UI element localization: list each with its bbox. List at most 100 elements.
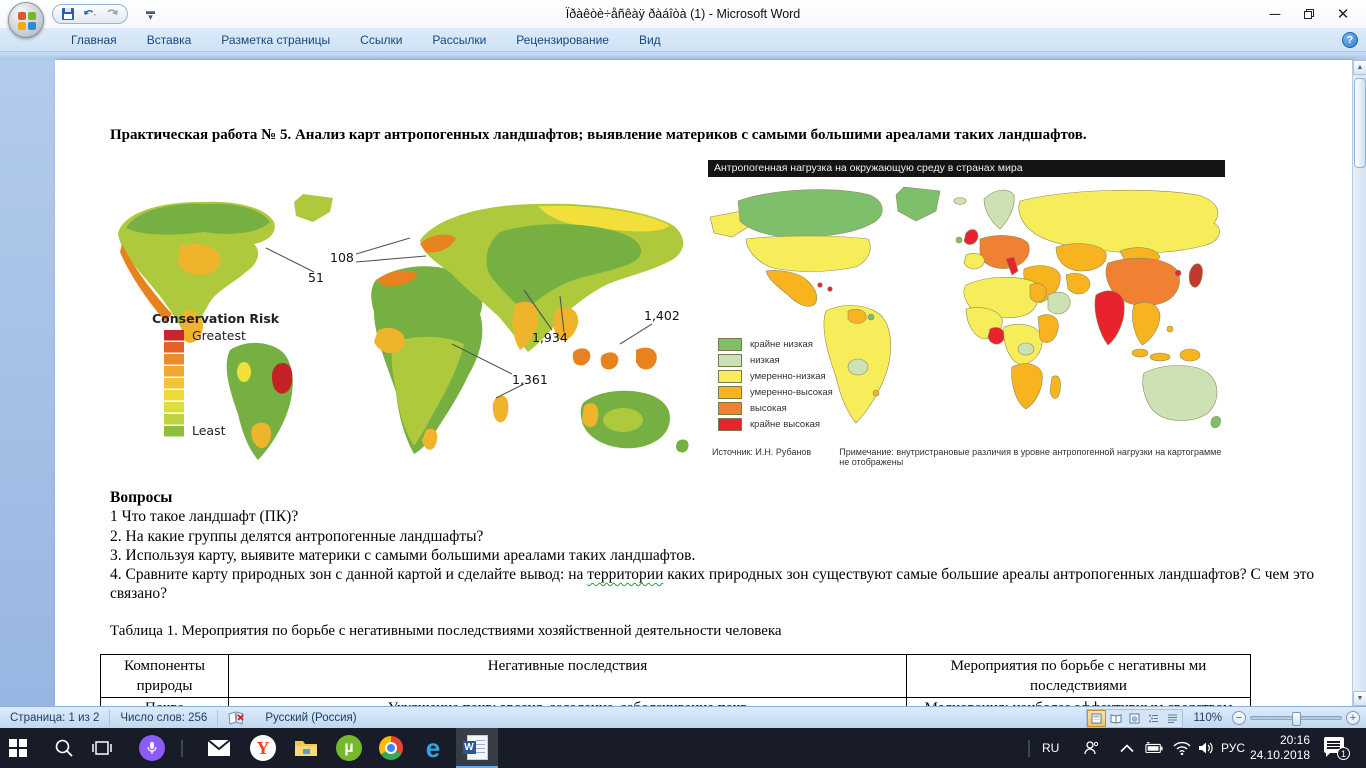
close-button[interactable]: ✕ — [1326, 0, 1360, 28]
tray-time: 20:16 — [1238, 733, 1310, 748]
legend-row: высокая — [718, 402, 833, 415]
anthropogenic-load-map[interactable]: Антропогенная нагрузка на окружающую сре… — [708, 160, 1225, 467]
table-caption[interactable]: Таблица 1. Мероприятия по борьбе с негат… — [110, 623, 782, 640]
tab-home[interactable]: Главная — [56, 28, 132, 52]
scrollbar-thumb[interactable] — [1354, 78, 1366, 168]
proofing-error-icon[interactable] — [218, 707, 255, 729]
draft-view-icon[interactable] — [1163, 710, 1182, 727]
word-taskbar-button[interactable]: W — [456, 728, 498, 768]
tab-insert[interactable]: Вставка — [132, 28, 207, 52]
window-controls: ─ ✕ — [1258, 0, 1360, 28]
status-bar: Страница: 1 из 2 Число слов: 256 Русский… — [0, 706, 1366, 728]
chrome-icon[interactable] — [378, 735, 404, 761]
scroll-up-icon[interactable]: ▲ — [1353, 60, 1366, 75]
vertical-scrollbar[interactable]: ▲ ▼ — [1352, 60, 1366, 706]
rm-oceania — [1143, 366, 1221, 428]
callout-1361: 1,361 — [512, 372, 548, 387]
ribbon-tabs: Главная Вставка Разметка страницы Ссылки… — [56, 28, 676, 52]
cell-melioration[interactable]: Мелиорация: наиболее эффективным средств… — [907, 698, 1251, 707]
tab-review[interactable]: Рецензирование — [501, 28, 624, 52]
tab-references[interactable]: Ссылки — [345, 28, 417, 52]
word-count[interactable]: Число слов: 256 — [110, 707, 217, 729]
tab-mailings[interactable]: Рассылки — [417, 28, 501, 52]
question-4-text: 4. Сравните карту природных зон с данной… — [110, 566, 587, 583]
tray-language-ru[interactable]: RU — [1042, 741, 1059, 755]
legend-greatest-label: Greatest — [192, 328, 246, 343]
tray-date: 24.10.2018 — [1238, 748, 1310, 763]
print-layout-view-icon[interactable] — [1087, 710, 1106, 727]
tray-clock[interactable]: 20:16 24.10.2018 — [1238, 733, 1310, 763]
battery-icon[interactable] — [1145, 739, 1163, 757]
window-title: Ïðàêòè÷åñêàÿ ðàáîòà (1) - Microsoft Word — [0, 0, 1366, 28]
scroll-down-icon[interactable]: ▼ — [1353, 691, 1366, 706]
ribbon-edge — [0, 52, 1366, 60]
redo-icon[interactable] — [105, 7, 119, 21]
legend-swatch-4 — [164, 366, 184, 377]
fullscreen-reading-view-icon[interactable] — [1106, 710, 1125, 727]
zoom-slider[interactable] — [1250, 716, 1342, 720]
doc-heading[interactable]: Практическая работа № 5. Анализ карт ант… — [110, 126, 1230, 145]
yandex-browser-icon[interactable]: Y — [250, 735, 276, 761]
callout-108: 108 — [330, 250, 354, 265]
zoom-in-icon[interactable]: + — [1346, 711, 1360, 725]
cell-degradation[interactable]: Ухудшение почв: эрозия, засоление, забол… — [229, 698, 907, 707]
legend-label: крайне высокая — [750, 419, 820, 430]
help-icon[interactable]: ? — [1342, 32, 1358, 48]
legend-swatch — [718, 418, 742, 431]
header-cell-components[interactable]: Компоненты природы — [101, 655, 229, 698]
legend-label: умеренно-высокая — [750, 387, 833, 398]
question-3: 3. Используя карту, выявите материки с с… — [110, 546, 1352, 565]
legend-swatch-9 — [164, 426, 184, 437]
notifications-icon[interactable]: 1 — [1324, 737, 1346, 757]
web-layout-view-icon[interactable] — [1125, 710, 1144, 727]
quick-access-toolbar — [52, 4, 128, 24]
callout-1934: 1,934 — [532, 330, 568, 345]
utorrent-icon[interactable]: µ — [336, 735, 362, 761]
chevron-up-icon[interactable] — [1118, 739, 1136, 757]
wifi-icon[interactable] — [1173, 739, 1191, 757]
tab-page-layout[interactable]: Разметка страницы — [206, 28, 345, 52]
volume-icon[interactable] — [1198, 739, 1216, 757]
tab-view[interactable]: Вид — [624, 28, 676, 52]
legend-label: умеренно-низкая — [750, 371, 826, 382]
minimize-button[interactable]: ─ — [1258, 0, 1292, 28]
edge-icon[interactable]: e — [420, 735, 446, 761]
undo-icon[interactable] — [83, 7, 97, 21]
outline-view-icon[interactable] — [1144, 710, 1163, 727]
start-button[interactable] — [5, 735, 31, 761]
title-bar: ▬▾ Ïðàêòè÷åñêàÿ ðàáîòà (1) - Microsoft W… — [0, 0, 1366, 28]
conservation-risk-map[interactable]: 108 51 1,934 1,402 1,361 Conservation Ri… — [108, 192, 700, 467]
customize-qat-icon[interactable]: ▬▾ — [146, 8, 155, 20]
south-america — [227, 343, 293, 460]
legend-swatch-1 — [164, 330, 184, 341]
search-icon[interactable] — [51, 735, 77, 761]
office-logo-icon — [18, 12, 36, 30]
save-icon[interactable] — [61, 7, 75, 21]
cortana-mic-icon[interactable] — [139, 735, 165, 761]
legend-label: низкая — [750, 355, 780, 366]
zoom-slider-thumb[interactable] — [1292, 712, 1301, 726]
view-switcher — [1086, 709, 1183, 728]
rm-south-america — [824, 305, 891, 423]
restore-button[interactable] — [1292, 0, 1326, 28]
document-page[interactable]: Практическая работа № 5. Анализ карт ант… — [55, 60, 1352, 706]
page-indicator[interactable]: Страница: 1 из 2 — [0, 707, 109, 729]
legend-swatch-8 — [164, 414, 184, 425]
language-indicator[interactable]: Русский (Россия) — [255, 707, 366, 729]
cell-text: Почва — [105, 699, 224, 706]
ribbon-tab-strip: Главная Вставка Разметка страницы Ссылки… — [0, 28, 1366, 52]
file-explorer-icon[interactable] — [293, 735, 319, 761]
task-view-icon[interactable] — [89, 735, 115, 761]
header-cell-consequences[interactable]: Негативные последствия — [229, 655, 907, 698]
questions-block[interactable]: Вопросы 1 Что такое ландшафт (ПК)? 2. На… — [110, 488, 1352, 604]
mail-icon[interactable] — [206, 735, 232, 761]
legend-label: крайне низкая — [750, 339, 813, 350]
question-1: 1 Что такое ландшафт (ПК)? — [110, 507, 1352, 526]
header-cell-measures[interactable]: Мероприятия по борьбе с негативны ми пос… — [907, 655, 1251, 698]
zoom-out-icon[interactable]: − — [1232, 711, 1246, 725]
zoom-level[interactable]: 110% — [1187, 707, 1228, 729]
office-button[interactable] — [8, 2, 44, 38]
cell-soil[interactable]: Почва — [101, 698, 229, 707]
people-icon[interactable] — [1082, 739, 1100, 757]
map-source: Источник: И.Н. Рубанов — [712, 447, 839, 467]
